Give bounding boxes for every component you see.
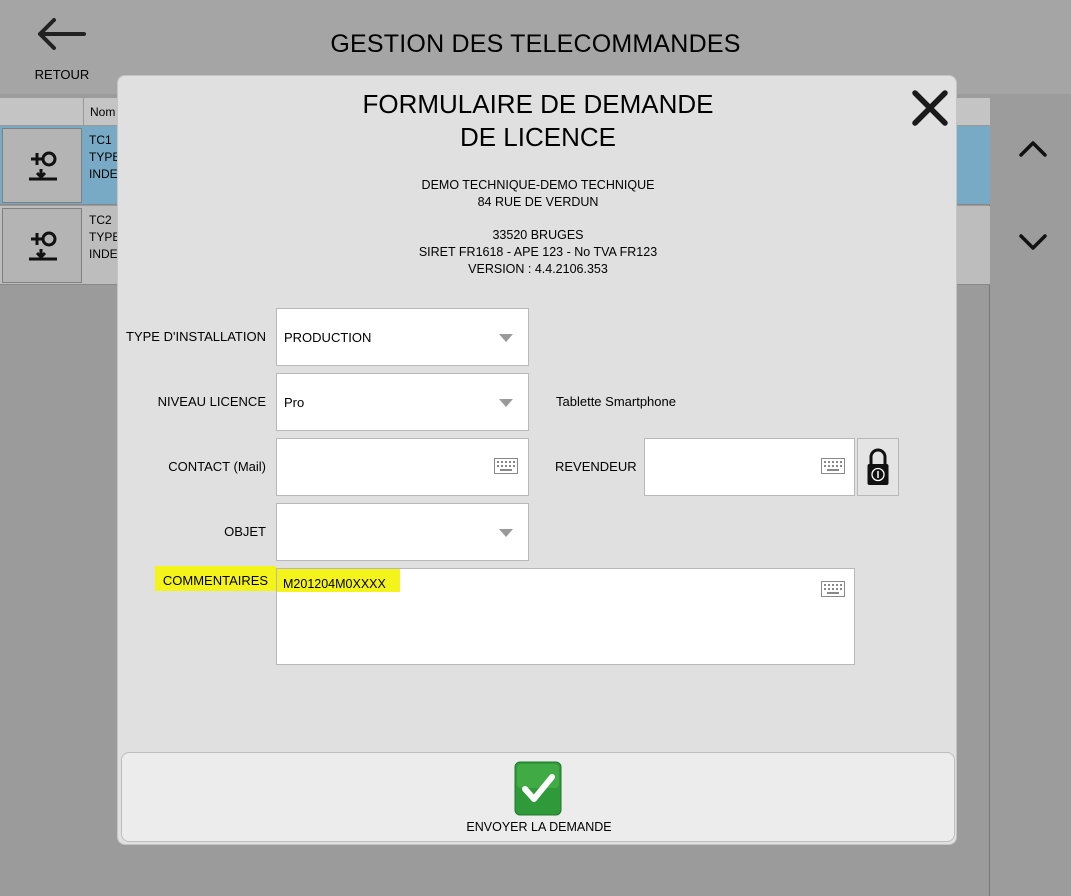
chevron-up-icon <box>1019 141 1047 157</box>
row-line: TC1 <box>89 133 112 147</box>
page-title: GESTION DES TELECOMMANDES <box>330 30 741 58</box>
row-line: TYPE <box>89 230 121 244</box>
dialog-title-line: DE LICENCE <box>459 122 617 152</box>
remote-key-icon <box>29 151 57 181</box>
dropdown-arrow-icon <box>499 334 513 342</box>
dropdown-arrow-icon <box>499 399 513 407</box>
scroll-down-button[interactable] <box>1012 224 1054 264</box>
type-installation-select[interactable]: PRODUCTION <box>276 308 529 366</box>
remote-key-icon <box>29 231 57 261</box>
scroll-up-button[interactable] <box>1012 128 1054 168</box>
dialog-title: FORMULAIRE DE DEMANDE DE LICENCE <box>118 88 958 154</box>
app-version: VERSION : 4.4.2106.353 <box>468 262 608 276</box>
niveau-licence-value: Pro <box>284 395 305 410</box>
checkmark-icon <box>514 761 562 816</box>
close-button[interactable] <box>910 88 950 128</box>
commentaires-value: M201204M0XXXX <box>277 569 400 592</box>
row-line: TC2 <box>89 213 112 227</box>
type-installation-value: PRODUCTION <box>284 330 372 345</box>
close-icon <box>912 90 948 126</box>
niveau-licence-note: Tablette Smartphone <box>556 394 676 409</box>
company-siret: SIRET FR1618 - APE 123 - No TVA FR123 <box>418 245 658 259</box>
company-name: DEMO TECHNIQUE-DEMO TECHNIQUE <box>421 178 655 192</box>
contact-label: CONTACT (Mail) <box>168 459 266 474</box>
keyboard-icon[interactable] <box>494 458 518 474</box>
license-request-dialog: FORMULAIRE DE DEMANDE DE LICENCE DEMO TE… <box>117 75 957 845</box>
type-installation-label: TYPE D'INSTALLATION <box>126 329 266 344</box>
row-line: TYPE <box>89 150 121 164</box>
dialog-footer: ENVOYER LA DEMANDE <box>121 752 955 842</box>
column-header-nom[interactable]: Nom <box>90 105 115 119</box>
niveau-licence-select[interactable]: Pro <box>276 373 529 431</box>
lock-icon <box>867 448 889 485</box>
company-city: 33520 BRUGES <box>492 228 584 242</box>
lock-button[interactable] <box>857 438 899 496</box>
send-request-button[interactable]: ENVOYER LA DEMANDE <box>442 761 636 837</box>
contact-email-field[interactable] <box>276 438 529 496</box>
row-text: TC1 TYPE INDE <box>89 132 120 183</box>
revendeur-field[interactable] <box>644 438 855 496</box>
dropdown-arrow-icon <box>499 529 513 537</box>
niveau-licence-label: NIVEAU LICENCE <box>157 394 266 409</box>
chevron-down-icon <box>1019 234 1047 250</box>
remote-action-button[interactable] <box>2 128 82 203</box>
send-request-label: ENVOYER LA DEMANDE <box>466 820 612 834</box>
back-label: RETOUR <box>34 67 90 82</box>
row-text: TC2 TYPE INDE <box>89 212 120 263</box>
keyboard-icon[interactable] <box>821 458 845 474</box>
keyboard-icon[interactable] <box>821 581 845 597</box>
commentaires-textarea[interactable]: M201204M0XXXX <box>276 568 855 665</box>
remote-action-button[interactable] <box>2 208 82 283</box>
grid-header-select-cell <box>0 98 84 126</box>
dialog-title-line: FORMULAIRE DE DEMANDE <box>362 89 714 119</box>
commentaires-label: COMMENTAIRES <box>155 566 276 591</box>
revendeur-label: REVENDEUR <box>555 459 637 474</box>
row-line: INDE <box>89 247 118 261</box>
objet-label: OBJET <box>224 524 266 539</box>
row-line: INDE <box>89 167 118 181</box>
company-info: DEMO TECHNIQUE-DEMO TECHNIQUE 84 RUE DE … <box>118 177 958 278</box>
company-address: 84 RUE DE VERDUN <box>477 195 599 209</box>
objet-select[interactable] <box>276 503 529 561</box>
